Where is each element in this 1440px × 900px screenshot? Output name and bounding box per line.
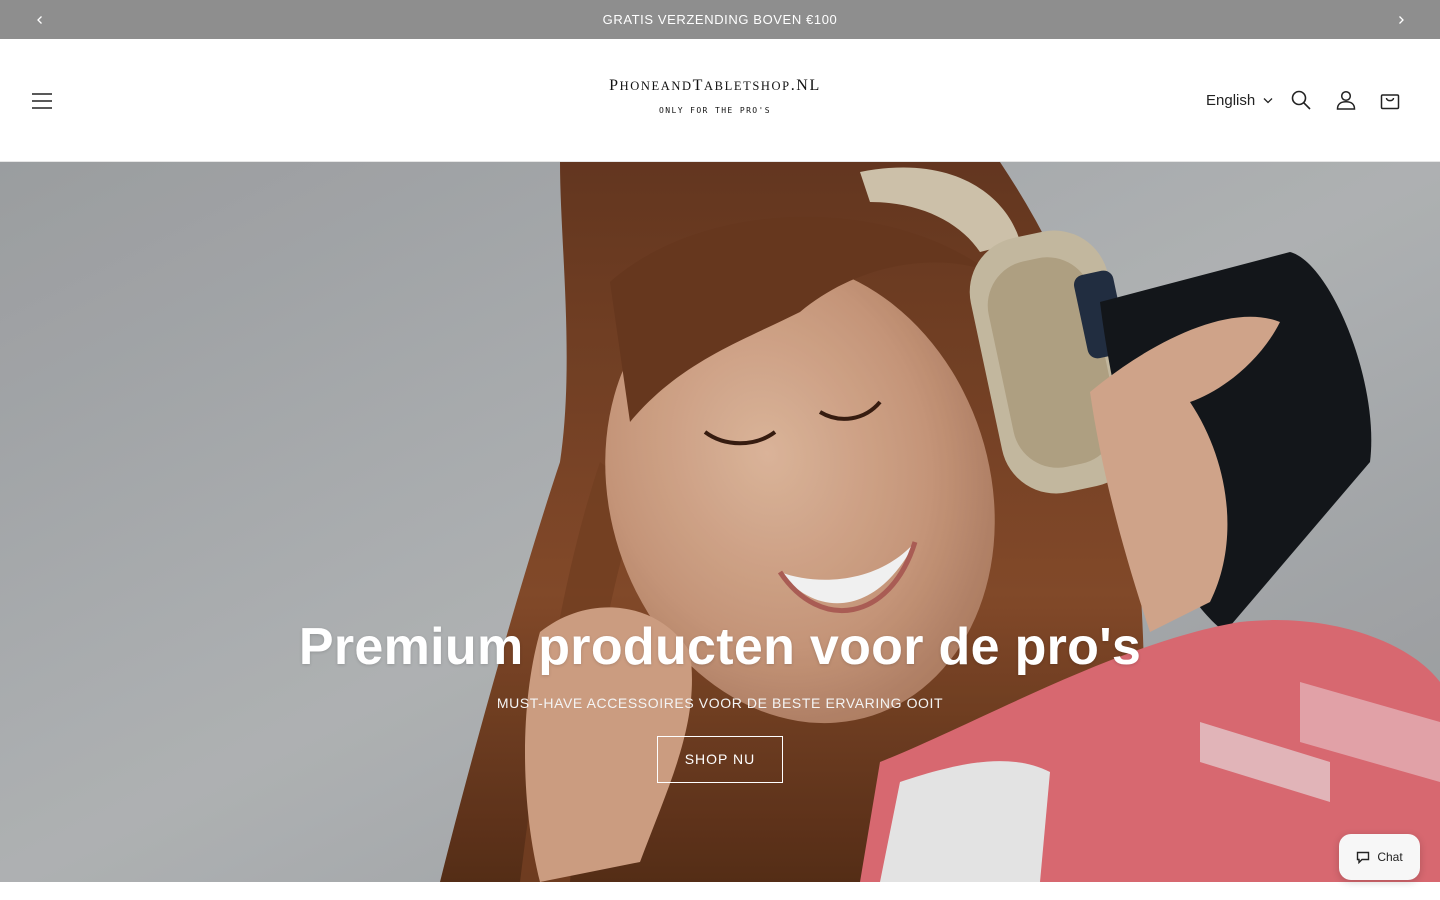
shop-now-button[interactable]: SHOP NU <box>657 736 783 783</box>
chevron-right-icon <box>1398 15 1404 24</box>
hero-title: Premium producten voor de pro's <box>298 618 1142 676</box>
search-button[interactable] <box>1280 79 1322 121</box>
language-selector[interactable]: English <box>1206 89 1273 111</box>
announcement-bar: GRATIS VERZENDING BOVEN €100 <box>0 0 1440 39</box>
logo-wordmark: PHONEANDTABLETSHOP.NL <box>609 77 821 94</box>
language-label: English <box>1206 91 1256 109</box>
hero-content: Premium producten voor de pro's MUST-HAV… <box>0 617 1440 783</box>
chat-bubble-icon <box>1357 851 1370 864</box>
announcement-next-button[interactable] <box>1381 0 1420 39</box>
search-icon <box>1291 90 1311 110</box>
chevron-left-icon <box>36 15 42 24</box>
account-button[interactable] <box>1325 79 1367 121</box>
site-logo[interactable]: PHONEANDTABLETSHOP.NL ONLY FOR THE PRO'S <box>570 77 860 129</box>
cart-icon <box>1380 94 1400 110</box>
hamburger-menu-icon <box>32 93 52 109</box>
account-icon <box>1336 90 1356 110</box>
hero-banner: Premium producten voor de pro's MUST-HAV… <box>0 162 1440 882</box>
cart-button[interactable] <box>1369 79 1411 121</box>
logo-tagline: ONLY FOR THE PRO'S <box>659 106 771 115</box>
chat-label: Chat <box>1377 850 1403 864</box>
announcement-text: GRATIS VERZENDING BOVEN €100 <box>602 12 838 27</box>
site-header: PHONEANDTABLETSHOP.NL ONLY FOR THE PRO'S… <box>0 39 1440 162</box>
announcement-prev-button[interactable] <box>20 0 59 39</box>
menu-button[interactable] <box>22 81 62 121</box>
chat-button[interactable]: Chat <box>1339 834 1420 880</box>
hero-subtitle: MUST-HAVE ACCESSOIRES VOOR DE BESTE ERVA… <box>496 695 944 711</box>
chevron-down-icon <box>1263 97 1273 103</box>
